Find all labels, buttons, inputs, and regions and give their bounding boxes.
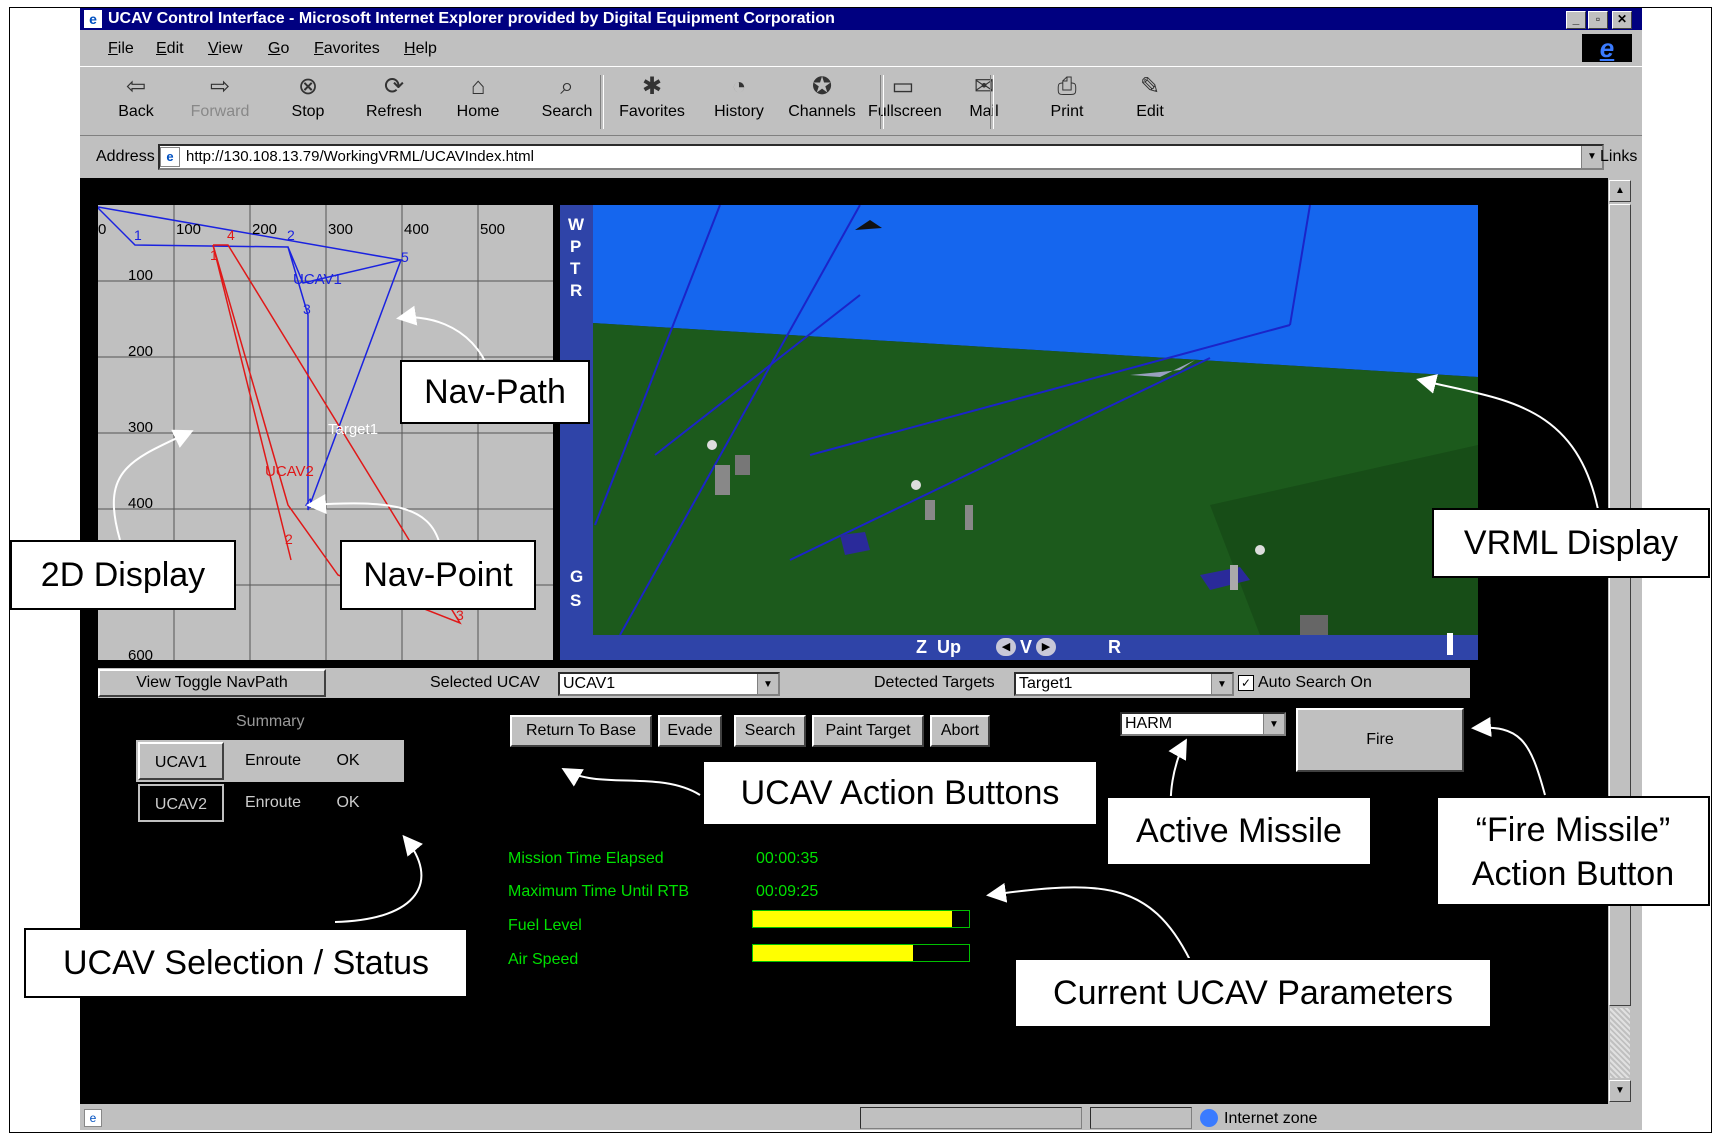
selection-status-callout: UCAV Selection / Status <box>24 928 468 998</box>
vrml-display-callout: VRML Display <box>1432 508 1710 578</box>
nav-path-callout: Nav-Path <box>400 360 590 424</box>
action-buttons-callout: UCAV Action Buttons <box>702 760 1098 826</box>
fire-missile-callout: “Fire Missile” Action Button <box>1436 796 1710 906</box>
fire-callout-line1: “Fire Missile” <box>1475 811 1671 849</box>
nav-point-callout: Nav-Point <box>340 540 536 610</box>
display-2d-callout: 2D Display <box>10 540 236 610</box>
fire-callout-line2: Action Button <box>1471 855 1675 893</box>
ucav-params-callout: Current UCAV Parameters <box>1014 958 1492 1028</box>
active-missile-callout: Active Missile <box>1106 796 1372 866</box>
